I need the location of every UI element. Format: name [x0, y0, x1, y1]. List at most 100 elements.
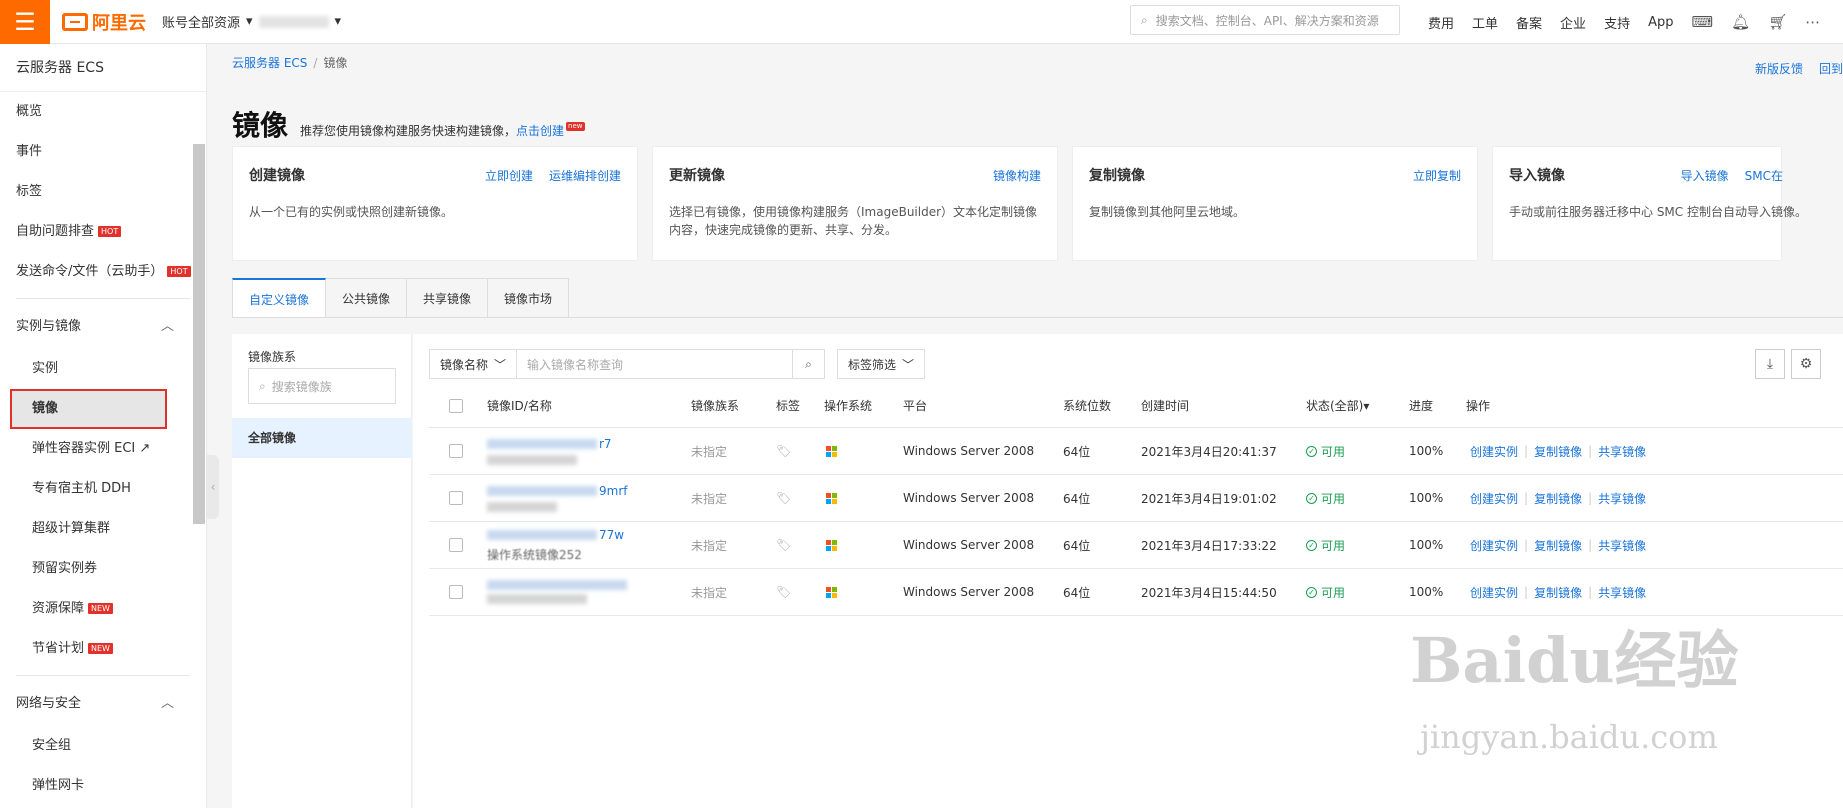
create-now-link[interactable]: 立即创建 [485, 167, 533, 184]
tag-filter-select[interactable]: 标签筛选 ﹀ [837, 349, 926, 379]
import-image-link[interactable]: 导入镜像 [1681, 167, 1729, 184]
sidebar-item-tags[interactable]: 标签 [0, 172, 206, 212]
tab-divider [232, 317, 1843, 318]
aliyun-logo[interactable]: 阿里云 [62, 8, 146, 36]
blurred-id: r7 [487, 437, 612, 465]
tab-marketplace[interactable]: 镜像市场 [488, 278, 570, 318]
sidebar-item-savings-plan[interactable]: 节省计划 NEW [0, 629, 206, 669]
copy-image-link[interactable]: 复制镜像 [1534, 443, 1582, 460]
nav-support[interactable]: 支持 [1604, 13, 1630, 32]
feedback-link[interactable]: 新版反馈 [1755, 60, 1803, 77]
family-title: 镜像族系 [248, 350, 297, 364]
share-image-link[interactable]: 共享镜像 [1598, 537, 1646, 554]
share-image-link[interactable]: 共享镜像 [1598, 584, 1646, 601]
sidebar-group-network-security[interactable]: 网络与安全 ︿ [0, 682, 206, 726]
smc-link[interactable]: SMC在 [1745, 167, 1783, 184]
oos-create-link[interactable]: 运维编排创建 [549, 167, 621, 184]
action-cards: 创建镜像 立即创建 运维编排创建 从一个已有的实例或快照创建新镜像。 更新镜像 镜… [232, 146, 1807, 261]
blurred-id: 9mrf [487, 484, 627, 512]
share-image-link[interactable]: 共享镜像 [1598, 490, 1646, 507]
terminal-icon[interactable]: ⌨ [1691, 13, 1713, 31]
tag-icon[interactable]: 🏷︎ [776, 538, 791, 552]
breadcrumb-ecs[interactable]: 云服务器 ECS [232, 56, 307, 70]
tab-custom-images[interactable]: 自定义镜像 [232, 278, 327, 318]
create-instance-link[interactable]: 创建实例 [1470, 490, 1518, 507]
status-badge: ✓ 可用 [1306, 522, 1345, 568]
new-badge: NEW [88, 643, 113, 654]
sidebar-scrollbar[interactable] [193, 144, 205, 524]
sidebar-item-resource-guarantee[interactable]: 资源保障 NEW [0, 589, 206, 629]
sidebar-item-overview[interactable]: 概览 [0, 92, 206, 132]
image-id-name[interactable] [487, 569, 627, 615]
copy-image-link[interactable]: 复制镜像 [1534, 490, 1582, 507]
col-status[interactable]: 状态(全部) ▾ [1306, 384, 1369, 427]
checkbox[interactable] [449, 538, 463, 552]
bits: 64位 [1063, 538, 1091, 553]
family-search-input[interactable]: ⌕ 搜索镜像族 [248, 368, 396, 404]
sidebar-item-cloud-assistant[interactable]: 发送命令/文件（云助手） HOT [0, 252, 206, 292]
select-all-checkbox[interactable] [449, 384, 463, 427]
image-search-input[interactable]: 输入镜像名称查询 [517, 349, 794, 379]
sidebar-item-security-group[interactable]: 安全组 [0, 726, 206, 766]
sidebar-group-instances-images[interactable]: 实例与镜像 ︿ [0, 305, 206, 349]
sidebar-item-images[interactable]: 镜像 [10, 389, 167, 429]
nav-icp[interactable]: 备案 [1516, 13, 1542, 32]
hamburger-icon[interactable]: ☰ [0, 0, 50, 44]
settings-button[interactable]: ⚙ [1791, 349, 1821, 379]
chevron-down-icon: ﹀ [494, 357, 507, 372]
search-field-select[interactable]: 镜像名称 ﹀ [429, 349, 518, 379]
tag-icon[interactable]: 🏷︎ [776, 444, 791, 458]
bits: 64位 [1063, 585, 1091, 600]
create-instance-link[interactable]: 创建实例 [1470, 537, 1518, 554]
top-nav: 费用 工单 备案 企业 支持 App ⌨ 🔔︎ 🛒︎ ⋯ [1428, 0, 1820, 44]
image-id-name[interactable]: 9mrf [487, 475, 627, 521]
tag-icon[interactable]: 🏷︎ [776, 491, 791, 505]
download-button[interactable]: ⤓ [1755, 349, 1785, 379]
sidebar-item-scc[interactable]: 超级计算集群 [0, 509, 206, 549]
tab-shared-images[interactable]: 共享镜像 [407, 278, 489, 318]
tag-icon[interactable]: 🏷︎ [776, 585, 791, 599]
copy-image-link[interactable]: 复制镜像 [1534, 584, 1582, 601]
checkbox[interactable] [449, 398, 463, 413]
platform: Windows Server 2008 [903, 585, 1035, 599]
sidebar-item-ddh[interactable]: 专有宿主机 DDH [0, 469, 206, 509]
image-id-name[interactable]: r7 [487, 428, 612, 474]
nav-enterprise[interactable]: 企业 [1560, 13, 1586, 32]
card-desc: 手动或前往服务器迁移中心 SMC 控制台自动导入镜像。 [1509, 205, 1807, 219]
more-icon[interactable]: ⋯ [1805, 13, 1820, 31]
sidebar-item-troubleshoot[interactable]: 自助问题排查 HOT [0, 212, 206, 252]
bell-icon[interactable]: 🔔︎ [1731, 13, 1750, 31]
create-link[interactable]: 点击创建 [516, 124, 564, 138]
page-header-links: 新版反馈 回到 [1755, 60, 1843, 77]
share-image-link[interactable]: 共享镜像 [1598, 443, 1646, 460]
copy-now-link[interactable]: 立即复制 [1413, 167, 1461, 184]
image-id-name[interactable]: 77w 操作系统镜像252 [487, 522, 624, 568]
search-button[interactable]: ⌕ [793, 349, 826, 379]
sidebar-item-instances[interactable]: 实例 [0, 349, 206, 389]
back-link[interactable]: 回到 [1819, 60, 1843, 77]
tab-public-images[interactable]: 公共镜像 [326, 278, 408, 318]
sidebar-item-reserved[interactable]: 预留实例券 [0, 549, 206, 589]
account-switcher[interactable]: 账号全部资源 ▾ ▾ [162, 12, 341, 31]
image-family: 未指定 [691, 585, 728, 600]
checkbox[interactable] [449, 444, 463, 458]
nav-ticket[interactable]: 工单 [1472, 13, 1498, 32]
nav-app[interactable]: App [1648, 15, 1673, 30]
nav-billing[interactable]: 费用 [1428, 13, 1454, 32]
created-time: 2021年3月4日19:01:02 [1141, 491, 1277, 506]
create-instance-link[interactable]: 创建实例 [1470, 443, 1518, 460]
status-text: 可用 [1321, 491, 1346, 506]
checkbox[interactable] [449, 585, 463, 599]
family-all-images[interactable]: 全部镜像 [232, 418, 412, 458]
sidebar-item-eci[interactable]: 弹性容器实例 ECI ↗ [0, 429, 206, 469]
image-builder-link[interactable]: 镜像构建 [993, 167, 1041, 184]
cart-icon[interactable]: 🛒︎ [1768, 13, 1787, 31]
global-search-input[interactable]: ⌕ 搜索文档、控制台、API、解决方案和资源 [1130, 5, 1400, 35]
sidebar-item-label: 事件 [16, 144, 43, 159]
create-instance-link[interactable]: 创建实例 [1470, 584, 1518, 601]
hot-badge: HOT [167, 266, 191, 277]
sidebar-item-events[interactable]: 事件 [0, 132, 206, 172]
copy-image-link[interactable]: 复制镜像 [1534, 537, 1582, 554]
checkbox[interactable] [449, 491, 463, 505]
sidebar-item-eni[interactable]: 弹性网卡 [0, 766, 206, 806]
